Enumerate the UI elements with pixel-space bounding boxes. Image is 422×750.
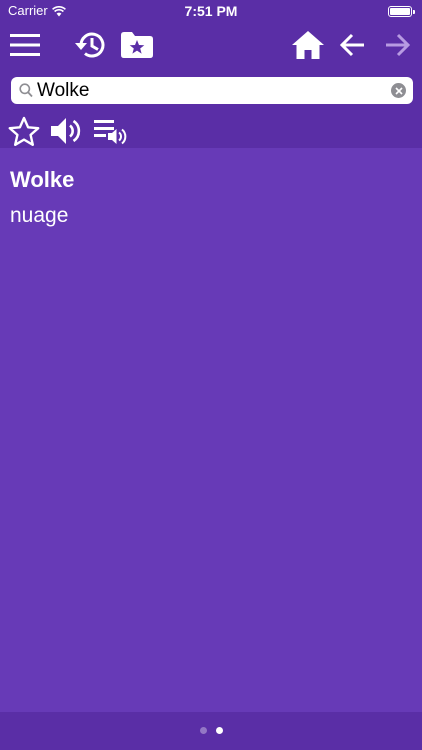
- playlist-audio-icon: [94, 120, 127, 145]
- back-button[interactable]: [334, 26, 372, 64]
- back-arrow-icon: [340, 33, 364, 57]
- history-button[interactable]: [72, 26, 110, 64]
- entry-content: Wolke nuage: [0, 148, 422, 712]
- menu-icon: [10, 34, 40, 56]
- menu-button[interactable]: [6, 26, 44, 64]
- translation: nuage: [10, 204, 69, 227]
- search-icon: [19, 83, 33, 98]
- clock: 7:51 PM: [184, 3, 238, 19]
- bottom-bar: [0, 712, 422, 750]
- entry-actions: [0, 114, 422, 148]
- star-icon: [8, 116, 40, 146]
- home-icon: [292, 31, 324, 59]
- clear-icon: [394, 86, 403, 95]
- battery-icon: [388, 6, 415, 17]
- headword: Wolke: [10, 167, 75, 192]
- forward-button[interactable]: [378, 26, 416, 64]
- favorites-folder-icon: [121, 32, 153, 58]
- forward-arrow-icon: [386, 33, 410, 57]
- speak-list-button[interactable]: [94, 114, 128, 148]
- favorites-folder-button[interactable]: [118, 26, 156, 64]
- toolbar: [0, 26, 422, 64]
- page-dot-1[interactable]: [199, 727, 207, 734]
- status-bar: Carrier 7:51 PM: [0, 0, 422, 22]
- home-button[interactable]: [289, 26, 327, 64]
- search-bar: [11, 77, 413, 104]
- favorite-button[interactable]: [7, 114, 41, 148]
- page-control[interactable]: [0, 727, 422, 734]
- page-dot-2[interactable]: [215, 727, 223, 734]
- speak-button[interactable]: [49, 114, 83, 148]
- search-input[interactable]: [37, 77, 387, 104]
- speaker-icon: [51, 118, 81, 144]
- history-icon: [75, 32, 105, 58]
- clear-search-button[interactable]: [391, 83, 406, 98]
- top-bar: Carrier 7:51 PM: [0, 0, 422, 148]
